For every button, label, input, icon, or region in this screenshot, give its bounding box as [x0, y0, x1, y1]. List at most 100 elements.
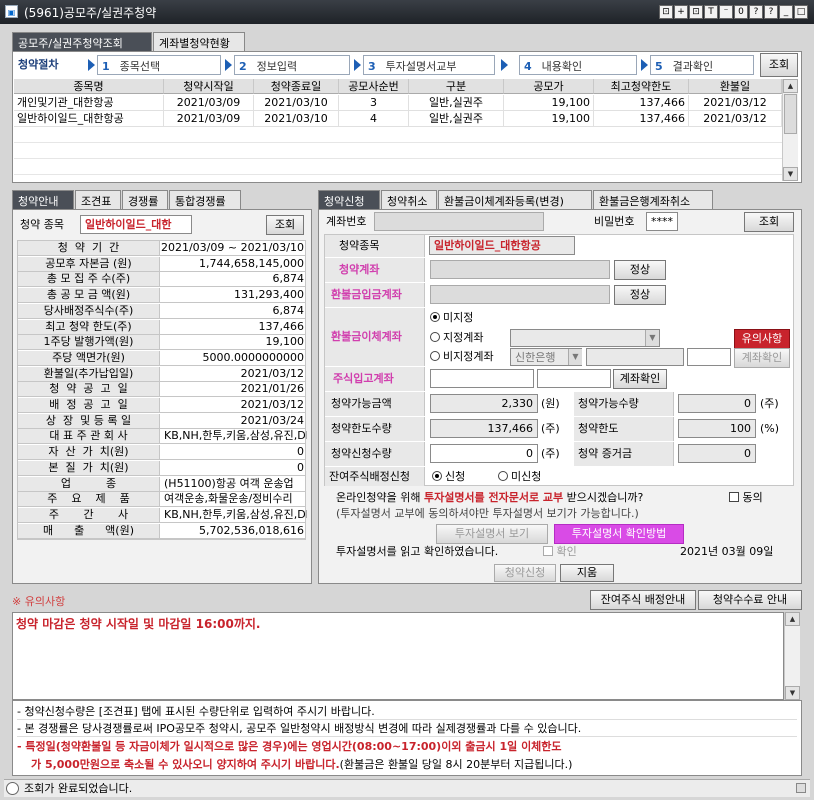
steps-label: 청약절차 — [18, 58, 59, 71]
table-row[interactable]: 개인및기관_대한항공 2021/03/09 2021/03/10 3 일반,실권… — [14, 95, 782, 111]
help-icon[interactable]: ? — [749, 5, 763, 19]
account-input[interactable] — [374, 212, 544, 231]
info-value: 2021/03/24 — [240, 413, 304, 427]
checkbox-icon[interactable] — [729, 492, 739, 502]
cell-end: 2021/03/10 — [254, 111, 339, 127]
fee-guide-button[interactable]: 청약수수료 안내 — [698, 590, 802, 610]
agree-label: 동의 — [742, 491, 763, 504]
info-label: 최고 청약 한도(주) — [18, 319, 160, 334]
refund-time-note: (환불금은 환불일 당일 8시 20분부터 지급됩니다.) — [339, 758, 573, 771]
minus-icon[interactable]: ⁻ — [719, 5, 733, 19]
step-label: 투자설명서교부 — [385, 60, 457, 73]
step-1: 1 종목선택 — [97, 55, 221, 75]
info-label: 총 모 집 주 수(주) — [18, 272, 160, 287]
step-label: 종목선택 — [119, 60, 161, 73]
clear-button[interactable]: 지움 — [560, 564, 614, 582]
link-icon[interactable]: ⊡ — [659, 5, 673, 19]
radio-noapply[interactable]: 미신청 — [498, 469, 541, 485]
form-stock-label: 청약종목 — [325, 235, 425, 257]
radio-apply[interactable]: 신청 — [432, 469, 465, 485]
step-5: 5 결과확인 — [650, 55, 754, 75]
resize-grip-icon[interactable] — [796, 783, 806, 793]
radio-nonassigned[interactable]: 비지정계좌 — [430, 349, 494, 365]
scroll-up-icon[interactable]: ▲ — [785, 612, 800, 626]
info-value: 2021/03/09 ~ 2021/03/10 — [160, 241, 304, 254]
info-row: 주당 액면가(원) 5000.0000000000 — [18, 350, 305, 366]
assigned-account-select[interactable] — [510, 329, 660, 347]
view-prospectus-button[interactable]: 투자설명서 보기 — [436, 524, 548, 544]
right-query-button[interactable]: 조회 — [744, 212, 794, 232]
radio-off-icon[interactable] — [430, 332, 440, 342]
add-icon[interactable]: + — [674, 5, 688, 19]
tab-lookup-table[interactable]: 조견표 — [75, 190, 121, 209]
stock-deposit-input[interactable] — [430, 369, 534, 388]
chevron-down-icon[interactable]: ▼ — [645, 330, 659, 346]
maximize-icon[interactable]: □ — [794, 5, 808, 19]
account-check-button-disabled[interactable]: 계좌확인 — [734, 348, 790, 368]
radio-unassigned[interactable]: 미지정 — [430, 310, 473, 326]
tab-refund-cancel[interactable]: 환불금은행계좌취소 — [593, 190, 713, 209]
info-label: 1주당 발행가액(원) — [18, 335, 160, 350]
residual-guide-button[interactable]: 잔여주식 배정안내 — [590, 590, 696, 610]
scroll-thumb[interactable] — [784, 94, 797, 134]
tab-guide[interactable]: 청약안내 — [12, 190, 74, 209]
radio-off-icon[interactable] — [498, 471, 508, 481]
radio-on-icon[interactable] — [430, 312, 440, 322]
caution-scrollbar[interactable]: ▲ ▼ — [784, 612, 800, 700]
nonassigned-extra-input[interactable] — [687, 348, 731, 366]
caution-title: ※ 유의사항 — [12, 595, 66, 608]
refund-deposit-input[interactable] — [430, 285, 610, 304]
confirm-checkbox[interactable]: 확인 — [543, 544, 577, 560]
col-header: 공모가 — [504, 79, 594, 94]
screen-icon[interactable]: ⊡ — [689, 5, 703, 19]
stock-deposit-input-2[interactable] — [537, 369, 611, 388]
col-header: 최고청약한도 — [594, 79, 689, 94]
info-value: 131,293,400 — [234, 288, 304, 302]
agree-checkbox[interactable]: 동의 — [729, 490, 763, 506]
nonassigned-account-input[interactable] — [586, 348, 684, 366]
app-icon: ▣ — [5, 5, 18, 18]
scroll-up-icon[interactable]: ▲ — [783, 79, 798, 93]
password-input[interactable]: **** — [646, 212, 678, 231]
tab-account-status[interactable]: 계좌별청약현황 — [153, 32, 245, 51]
info-row: 업 종 (H51100)항공 여객 운송업 — [18, 476, 305, 492]
scroll-down-icon[interactable]: ▼ — [785, 686, 800, 700]
steps-query-button[interactable]: 조회 — [760, 53, 798, 77]
unit-share: (주) — [541, 447, 560, 460]
radio-off-icon[interactable] — [430, 351, 440, 361]
chevron-down-icon[interactable]: ▼ — [568, 349, 582, 365]
table-row[interactable]: 일반하이일드_대한항공 2021/03/09 2021/03/10 4 일반,실… — [14, 111, 782, 127]
subs-account-input[interactable] — [430, 260, 610, 279]
help-icon-2[interactable]: ? — [764, 5, 778, 19]
tab-cancel[interactable]: 청약취소 — [381, 190, 437, 209]
red-note-1: - 특정일(청약환불일 등 자금이체가 일시적으로 많은 경우)에는 영업시간(… — [17, 740, 562, 753]
apply-button[interactable]: 청약신청 — [494, 564, 556, 582]
radio-assigned[interactable]: 지정계좌 — [430, 330, 483, 346]
apply-qty-input[interactable]: 0 — [430, 444, 538, 463]
minimize-icon[interactable]: _ — [779, 5, 793, 19]
cell-end: 2021/03/10 — [254, 95, 339, 111]
tab-ipo-inquiry[interactable]: 공모주/실권주청약조회 — [12, 32, 152, 51]
date-text: 2021년 03월 09일 — [680, 545, 774, 558]
scroll-down-icon[interactable]: ▼ — [783, 167, 798, 181]
tab-competition[interactable]: 경쟁률 — [122, 190, 168, 209]
zero-icon[interactable]: 0 — [734, 5, 748, 19]
caution-button[interactable]: 유의사항 — [734, 329, 790, 349]
checkbox-icon[interactable] — [543, 546, 553, 556]
how-to-button[interactable]: 투자설명서 확인방법 — [554, 524, 684, 544]
arrow-icon — [501, 59, 508, 71]
grid-scrollbar[interactable]: ▲ ▼ — [782, 79, 798, 181]
tab-apply[interactable]: 청약신청 — [318, 190, 380, 209]
status-bar: 조회가 완료되었습니다. — [4, 779, 810, 797]
radio-on-icon[interactable] — [432, 471, 442, 481]
cell-limit: 137,466 — [594, 111, 689, 127]
password-label: 비밀번호 — [594, 215, 635, 228]
left-query-button[interactable]: 조회 — [266, 215, 304, 235]
tab-refund-register[interactable]: 환불금이체계좌등록(변경) — [438, 190, 592, 209]
unit-pct: (%) — [760, 422, 780, 435]
account-check-button[interactable]: 계좌확인 — [613, 369, 667, 389]
text-icon[interactable]: T — [704, 5, 718, 19]
subs-account-label: 청약계좌 — [325, 258, 425, 282]
tab-total-competition[interactable]: 통합경쟁률 — [169, 190, 241, 209]
info-value: 5000.0000000000 — [202, 350, 304, 364]
